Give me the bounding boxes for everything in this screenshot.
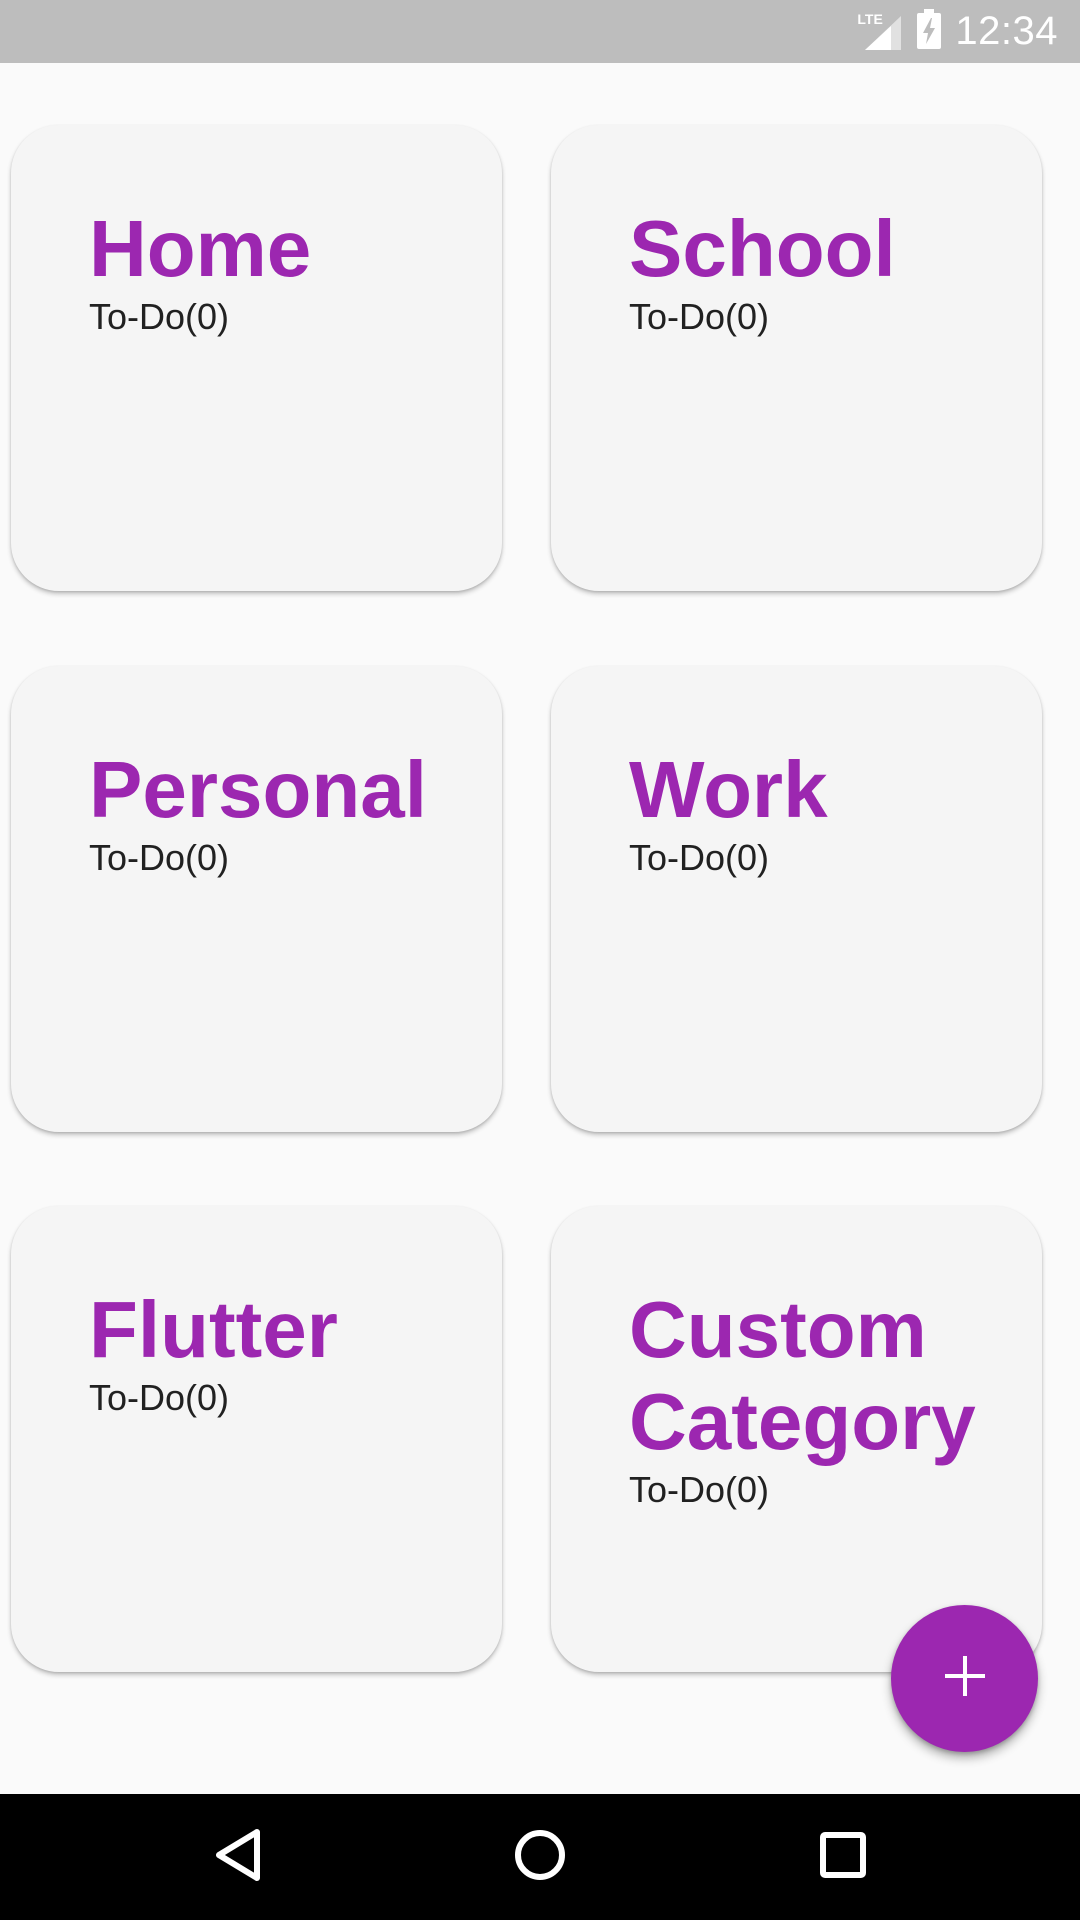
back-icon	[213, 1828, 263, 1887]
status-time: 12:34	[955, 9, 1058, 53]
category-card-custom-category[interactable]: Custom Category To-Do(0)	[551, 1206, 1042, 1672]
home-icon	[513, 1828, 567, 1887]
lte-signal-icon: LTE	[855, 12, 903, 52]
category-todo-count: To-Do(0)	[89, 1377, 230, 1418]
category-todo-count: To-Do(0)	[629, 1469, 770, 1510]
category-title: Custom Category	[629, 1285, 976, 1466]
category-todo-count: To-Do(0)	[89, 837, 230, 878]
category-todo-count: To-Do(0)	[89, 296, 230, 337]
category-card-flutter[interactable]: Flutter To-Do(0)	[11, 1206, 502, 1672]
nav-recents-button[interactable]	[798, 1812, 888, 1902]
category-card-work[interactable]: Work To-Do(0)	[551, 666, 1042, 1132]
category-grid: Home To-Do(0) School To-Do(0) Personal T…	[0, 63, 1080, 1794]
recents-icon	[819, 1831, 867, 1884]
category-title: Flutter	[89, 1285, 338, 1374]
category-title: School	[629, 204, 896, 293]
category-title: Work	[629, 745, 828, 834]
add-category-button[interactable]	[891, 1605, 1038, 1752]
category-title: Personal	[89, 745, 427, 834]
battery-charging-icon	[917, 9, 942, 54]
category-todo-count: To-Do(0)	[629, 296, 770, 337]
plus-icon	[943, 1654, 987, 1703]
category-todo-count: To-Do(0)	[629, 837, 770, 878]
category-card-school[interactable]: School To-Do(0)	[551, 125, 1042, 591]
status-bar: LTE 12:34	[0, 0, 1080, 63]
category-card-personal[interactable]: Personal To-Do(0)	[11, 666, 502, 1132]
nav-home-button[interactable]	[495, 1812, 585, 1902]
category-title: Home	[89, 204, 312, 293]
nav-back-button[interactable]	[193, 1812, 283, 1902]
category-card-home[interactable]: Home To-Do(0)	[11, 125, 502, 591]
system-navigation-bar	[0, 1794, 1080, 1920]
status-icons: LTE 12:34	[855, 0, 1058, 63]
